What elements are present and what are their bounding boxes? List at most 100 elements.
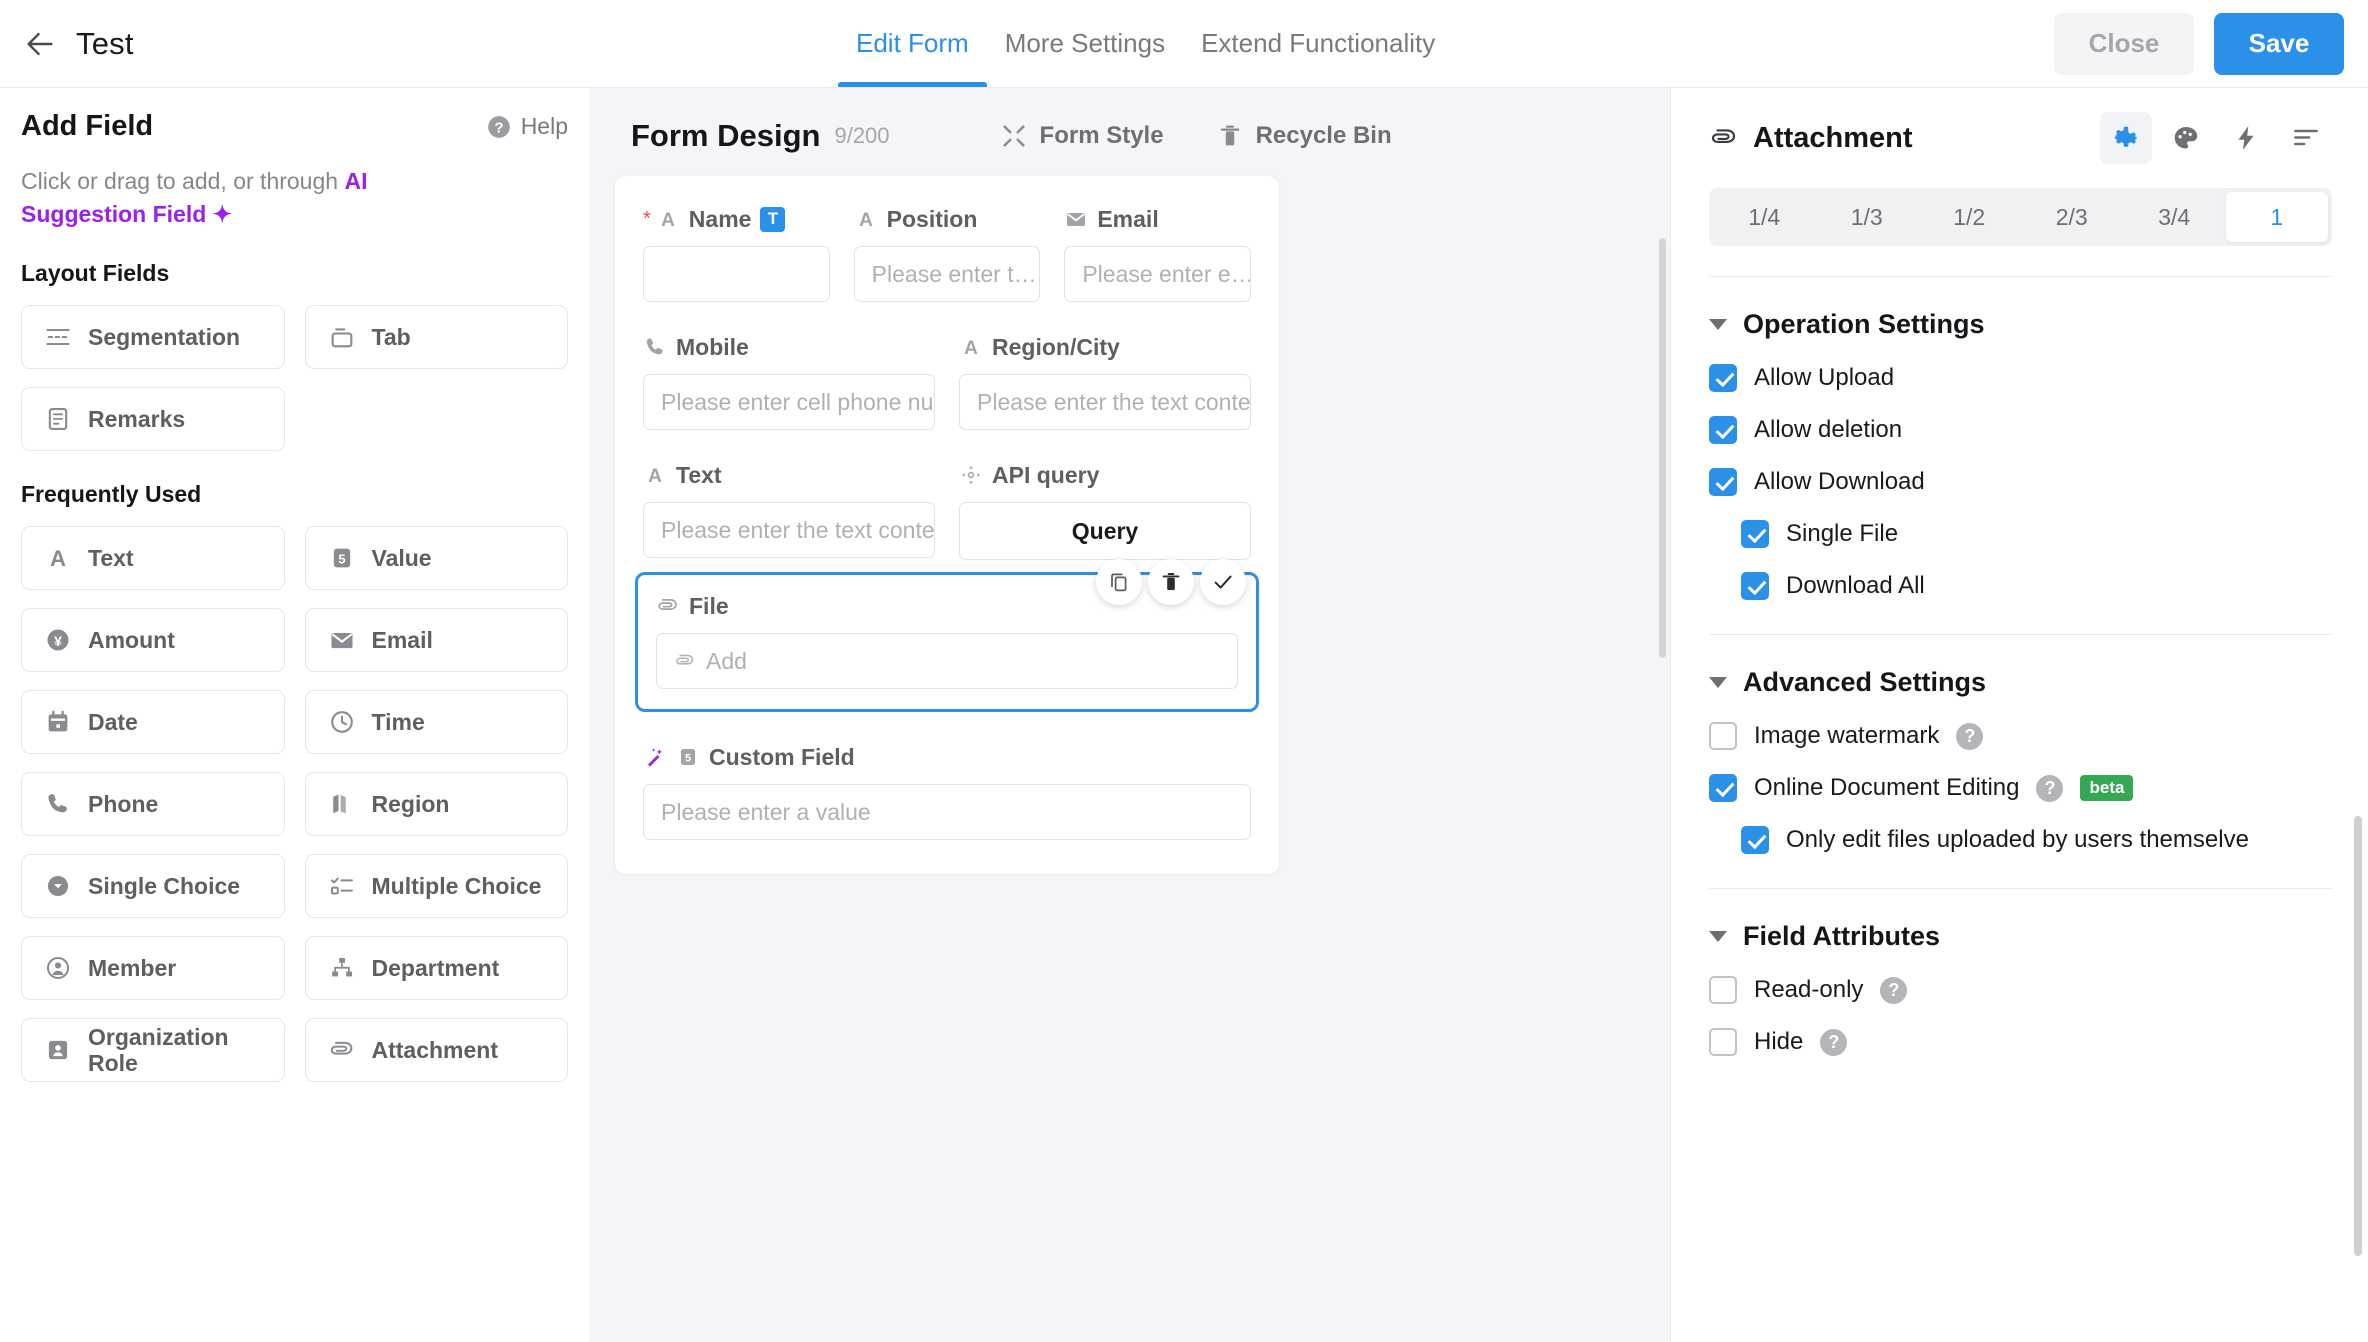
help-button[interactable]: ? Help	[486, 113, 568, 140]
field-card-label: Remarks	[88, 406, 186, 433]
checkbox-download-all[interactable]	[1741, 572, 1769, 600]
tab-edit-form[interactable]: Edit Form	[838, 0, 987, 87]
width-option-1-2[interactable]: 1/2	[1918, 192, 2021, 242]
form-field-api-query: API query Query	[959, 458, 1251, 560]
checkbox-allow-deletion[interactable]	[1709, 416, 1737, 444]
properties-tab-layout[interactable]	[2280, 112, 2332, 164]
setting-row-only-edit-own-files[interactable]: Only edit files uploaded by users themse…	[1741, 826, 2332, 854]
field-card-single-choice[interactable]: Single Choice	[21, 854, 285, 919]
topbar-actions: Close Save	[2054, 12, 2344, 75]
field-card-email[interactable]: Email	[304, 608, 568, 673]
setting-row-download-all[interactable]: Download All	[1741, 572, 2332, 600]
field-input-email[interactable]: Please enter e…	[1064, 246, 1252, 302]
number-icon: 5	[681, 749, 695, 765]
checkbox-single-file[interactable]	[1741, 520, 1769, 548]
field-card-time[interactable]: Time	[304, 690, 568, 755]
form-field-position: A Position Please enter t…	[853, 202, 1041, 302]
help-icon[interactable]: ?	[1956, 722, 1984, 750]
api-query-button[interactable]: Query	[959, 502, 1251, 560]
setting-row-allow-upload[interactable]: Allow Upload	[1709, 364, 2332, 392]
row-spacer	[643, 712, 1251, 740]
recycle-bin-button[interactable]: Recycle Bin	[1216, 122, 1392, 150]
field-count: 9/200	[834, 123, 890, 148]
setting-row-online-document-editing[interactable]: Online Document Editing ? beta	[1709, 774, 2332, 802]
properties-header: Attachment	[1709, 88, 2332, 164]
field-card-date[interactable]: Date	[21, 690, 285, 755]
section-operation-settings[interactable]: Operation Settings	[1709, 309, 2332, 340]
tab-more-settings[interactable]: More Settings	[987, 0, 1183, 87]
checkbox-image-watermark[interactable]	[1709, 722, 1737, 750]
back-button[interactable]	[18, 22, 62, 66]
api-query-icon	[962, 466, 980, 484]
properties-tab-style[interactable]	[2160, 112, 2212, 164]
field-input-custom[interactable]: Please enter a value	[643, 784, 1251, 840]
field-card-department[interactable]: Department	[304, 936, 568, 1001]
confirm-field-button[interactable]	[1200, 559, 1246, 605]
width-option-1-3[interactable]: 1/3	[1816, 192, 1919, 242]
setting-row-allow-deletion[interactable]: Allow deletion	[1709, 416, 2332, 444]
form-style-button[interactable]: Form Style	[1000, 122, 1164, 150]
delete-field-button[interactable]	[1148, 559, 1194, 605]
width-option-1-4[interactable]: 1/4	[1713, 192, 1816, 242]
text-a-icon: A	[964, 338, 978, 359]
field-card-attachment[interactable]: Attachment	[304, 1018, 568, 1083]
width-option-full[interactable]: 1	[2225, 192, 2328, 242]
field-card-phone[interactable]: Phone	[21, 772, 285, 837]
field-input-region-city[interactable]: Please enter the text content	[959, 374, 1251, 430]
setting-row-allow-download[interactable]: Allow Download	[1709, 468, 2332, 496]
setting-row-read-only[interactable]: Read-only ?	[1709, 976, 2332, 1004]
svg-text:A: A	[648, 466, 662, 487]
checkbox-hide[interactable]	[1709, 1028, 1737, 1056]
field-card-region[interactable]: Region	[304, 772, 568, 837]
tab-extend-functionality[interactable]: Extend Functionality	[1183, 0, 1453, 87]
field-card-tab[interactable]: Tab	[304, 305, 568, 370]
field-card-value[interactable]: 5 Value	[304, 526, 568, 591]
setting-label: Read-only	[1754, 976, 1864, 1003]
help-icon[interactable]: ?	[1820, 1028, 1848, 1056]
form-field-email: Email Please enter e…	[1064, 202, 1252, 302]
setting-label: Allow deletion	[1754, 416, 1903, 443]
form-field-region-city: A Region/City Please enter the text cont…	[959, 330, 1251, 430]
field-input-position[interactable]: Please enter t…	[853, 246, 1041, 302]
field-card-label: Segmentation	[88, 324, 241, 351]
field-label-row: A Region/City	[959, 330, 1251, 364]
field-card-segmentation[interactable]: Segmentation	[21, 305, 285, 370]
properties-scrollbar[interactable]	[2354, 816, 2362, 1256]
section-advanced-settings[interactable]: Advanced Settings	[1709, 667, 2332, 698]
checkbox-read-only[interactable]	[1709, 976, 1737, 1004]
section-field-attributes[interactable]: Field Attributes	[1709, 921, 2332, 952]
required-asterisk: *	[643, 208, 651, 230]
width-option-2-3[interactable]: 2/3	[2021, 192, 2124, 242]
field-card-remarks[interactable]: Remarks	[21, 387, 285, 452]
field-input-text[interactable]: Please enter the text content	[643, 502, 935, 558]
copy-field-button[interactable]	[1096, 559, 1142, 605]
field-card-text[interactable]: A Text	[21, 526, 285, 591]
field-card-label: Text	[88, 545, 134, 572]
setting-row-image-watermark[interactable]: Image watermark ?	[1709, 722, 2332, 750]
checkbox-only-edit-own-files[interactable]	[1741, 826, 1769, 854]
properties-tab-settings[interactable]	[2100, 112, 2152, 164]
layout-fields-grid: Segmentation Tab Remarks	[21, 305, 568, 452]
field-input-name[interactable]	[643, 246, 830, 302]
add-field-sidebar: Add Field ? Help Click or drag to add, o…	[0, 88, 589, 1342]
canvas-header: Form Design 9/200 Form Style Recycle Bin	[589, 88, 1670, 154]
checkbox-online-document-editing[interactable]	[1709, 774, 1737, 802]
field-card-amount[interactable]: ¥ Amount	[21, 608, 285, 673]
setting-row-single-file[interactable]: Single File	[1741, 520, 2332, 548]
width-option-3-4[interactable]: 3/4	[2123, 192, 2226, 242]
canvas-scrollbar[interactable]	[1659, 238, 1666, 658]
field-card-member[interactable]: Member	[21, 936, 285, 1001]
help-icon[interactable]: ?	[2036, 774, 2064, 802]
file-add-input[interactable]: Add	[656, 633, 1238, 689]
setting-row-hide[interactable]: Hide ?	[1709, 1028, 2332, 1056]
field-card-organization-role[interactable]: Organization Role	[21, 1018, 285, 1083]
checkbox-allow-download[interactable]	[1709, 468, 1737, 496]
help-icon[interactable]: ?	[1880, 976, 1908, 1004]
field-input-mobile[interactable]: Please enter cell phone nu…	[643, 374, 935, 430]
field-card-multiple-choice[interactable]: Multiple Choice	[304, 854, 568, 919]
properties-tab-actions[interactable]	[2220, 112, 2272, 164]
save-button[interactable]: Save	[2214, 12, 2344, 75]
close-button[interactable]: Close	[2054, 12, 2194, 75]
selected-field-file[interactable]: File Add	[635, 559, 1259, 712]
checkbox-allow-upload[interactable]	[1709, 364, 1737, 392]
